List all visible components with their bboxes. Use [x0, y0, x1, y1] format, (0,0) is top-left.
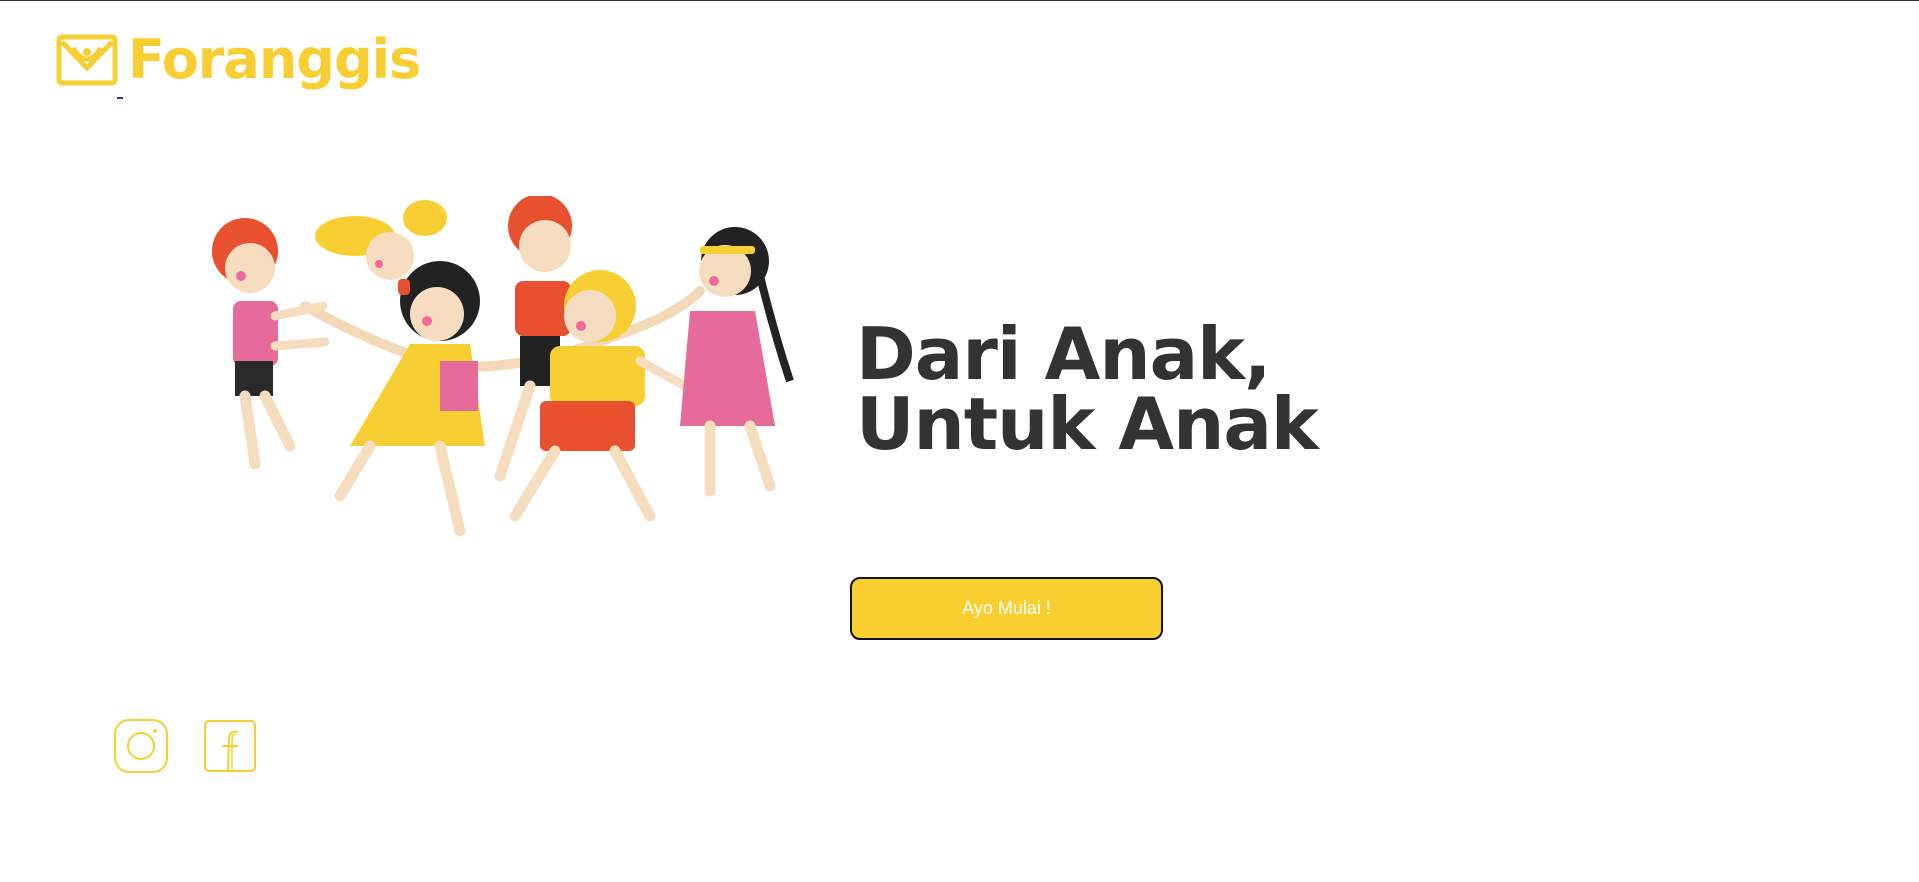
- brand-name: Foranggis: [128, 28, 421, 91]
- landing-page: Foranggis Dari Anak, Untuk Anak Ayo Mula…: [0, 0, 1919, 882]
- brand-logo-link[interactable]: Foranggis: [56, 28, 421, 91]
- hero-headline: Dari Anak, Untuk Anak: [856, 312, 1319, 466]
- facebook-link[interactable]: [202, 718, 258, 774]
- facebook-icon: [204, 720, 256, 772]
- hero-headline-line-1: Dari Anak,: [856, 312, 1271, 396]
- children-playing-circle-illustration: [212, 196, 794, 537]
- child-6: [680, 227, 794, 497]
- instagram-icon: [114, 719, 168, 773]
- logo-link-underline: [117, 97, 123, 99]
- instagram-link[interactable]: [113, 718, 169, 774]
- hero-headline-line-2: Untuk Anak: [856, 382, 1319, 466]
- smile-envelope-icon: [56, 34, 118, 86]
- social-links: [113, 718, 258, 774]
- child-1: [212, 218, 330, 470]
- start-button[interactable]: Ayo Mulai !: [850, 577, 1163, 640]
- child-3: [334, 261, 485, 537]
